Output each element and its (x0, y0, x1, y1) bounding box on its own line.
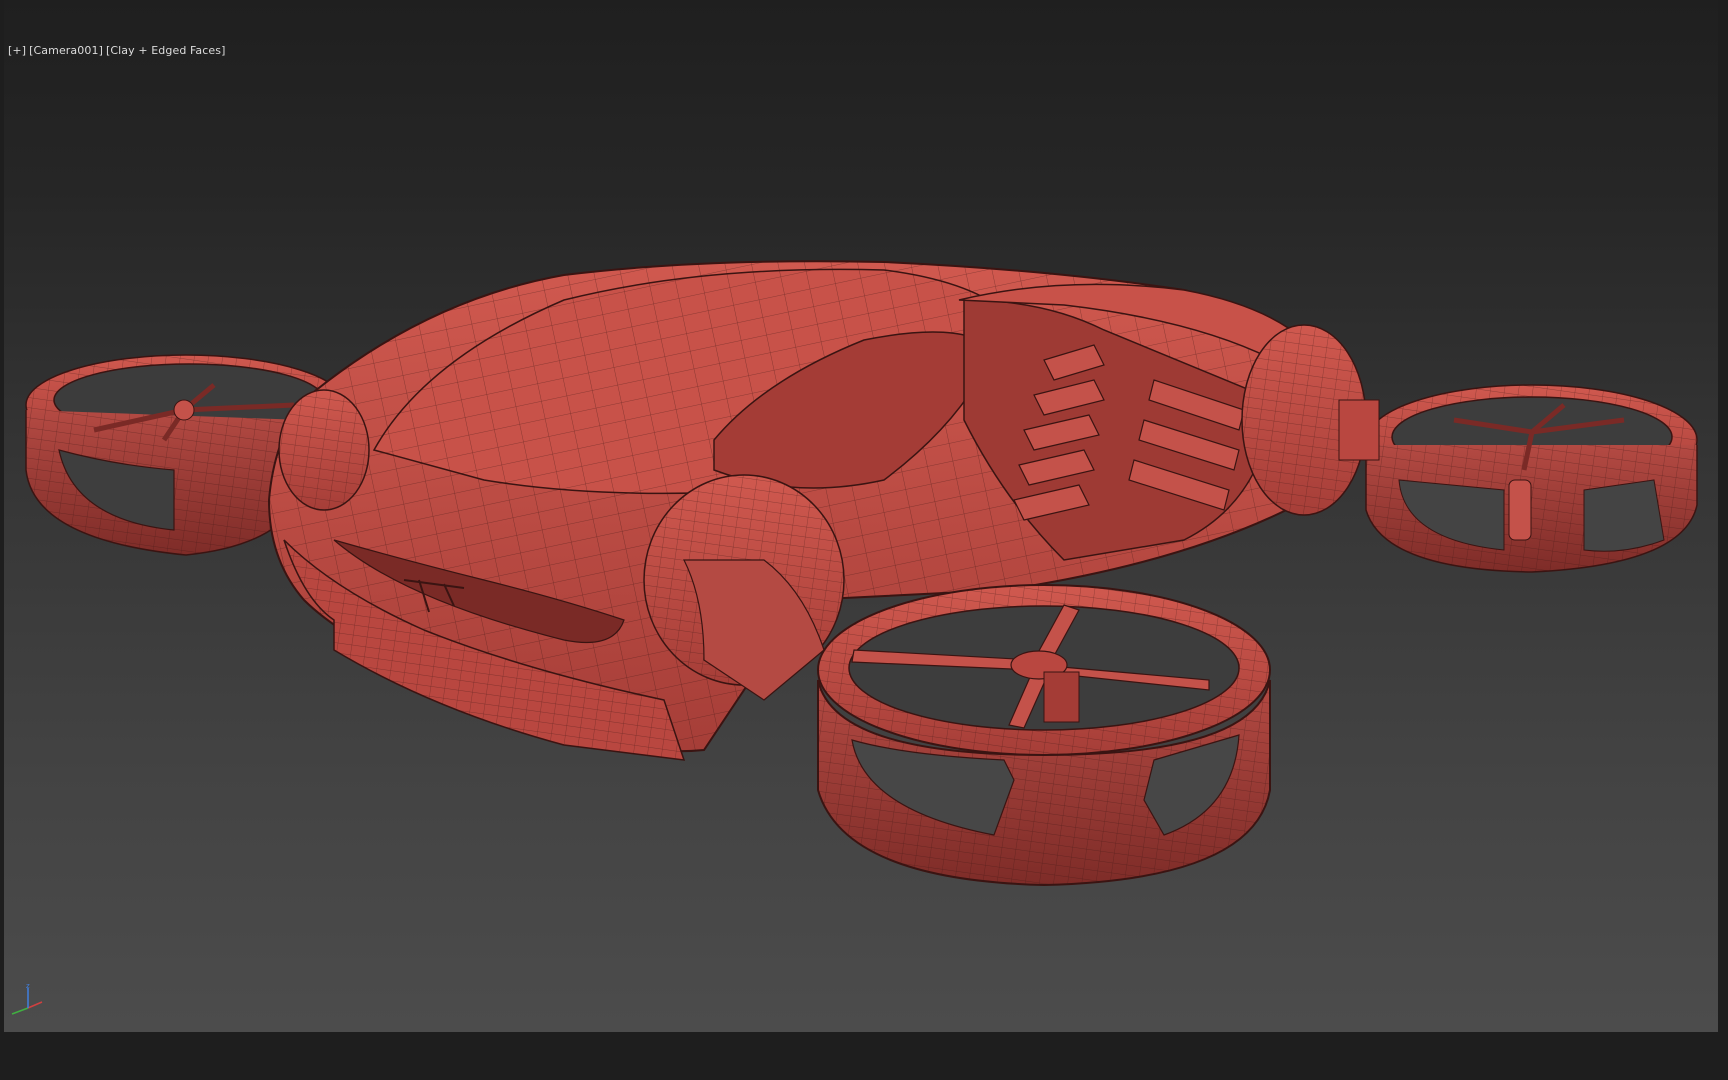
gizmo-z-label: z (26, 982, 30, 990)
front-right-fan (817, 584, 1271, 887)
axis-gizmo: z (8, 982, 48, 1016)
drone-car-model (25, 260, 1698, 887)
3d-viewport[interactable]: [+] [Camera001] [Clay + Edged Faces] z (4, 0, 1718, 1032)
rear-right-fan (1365, 384, 1698, 573)
bottom-panel (0, 1032, 1728, 1080)
